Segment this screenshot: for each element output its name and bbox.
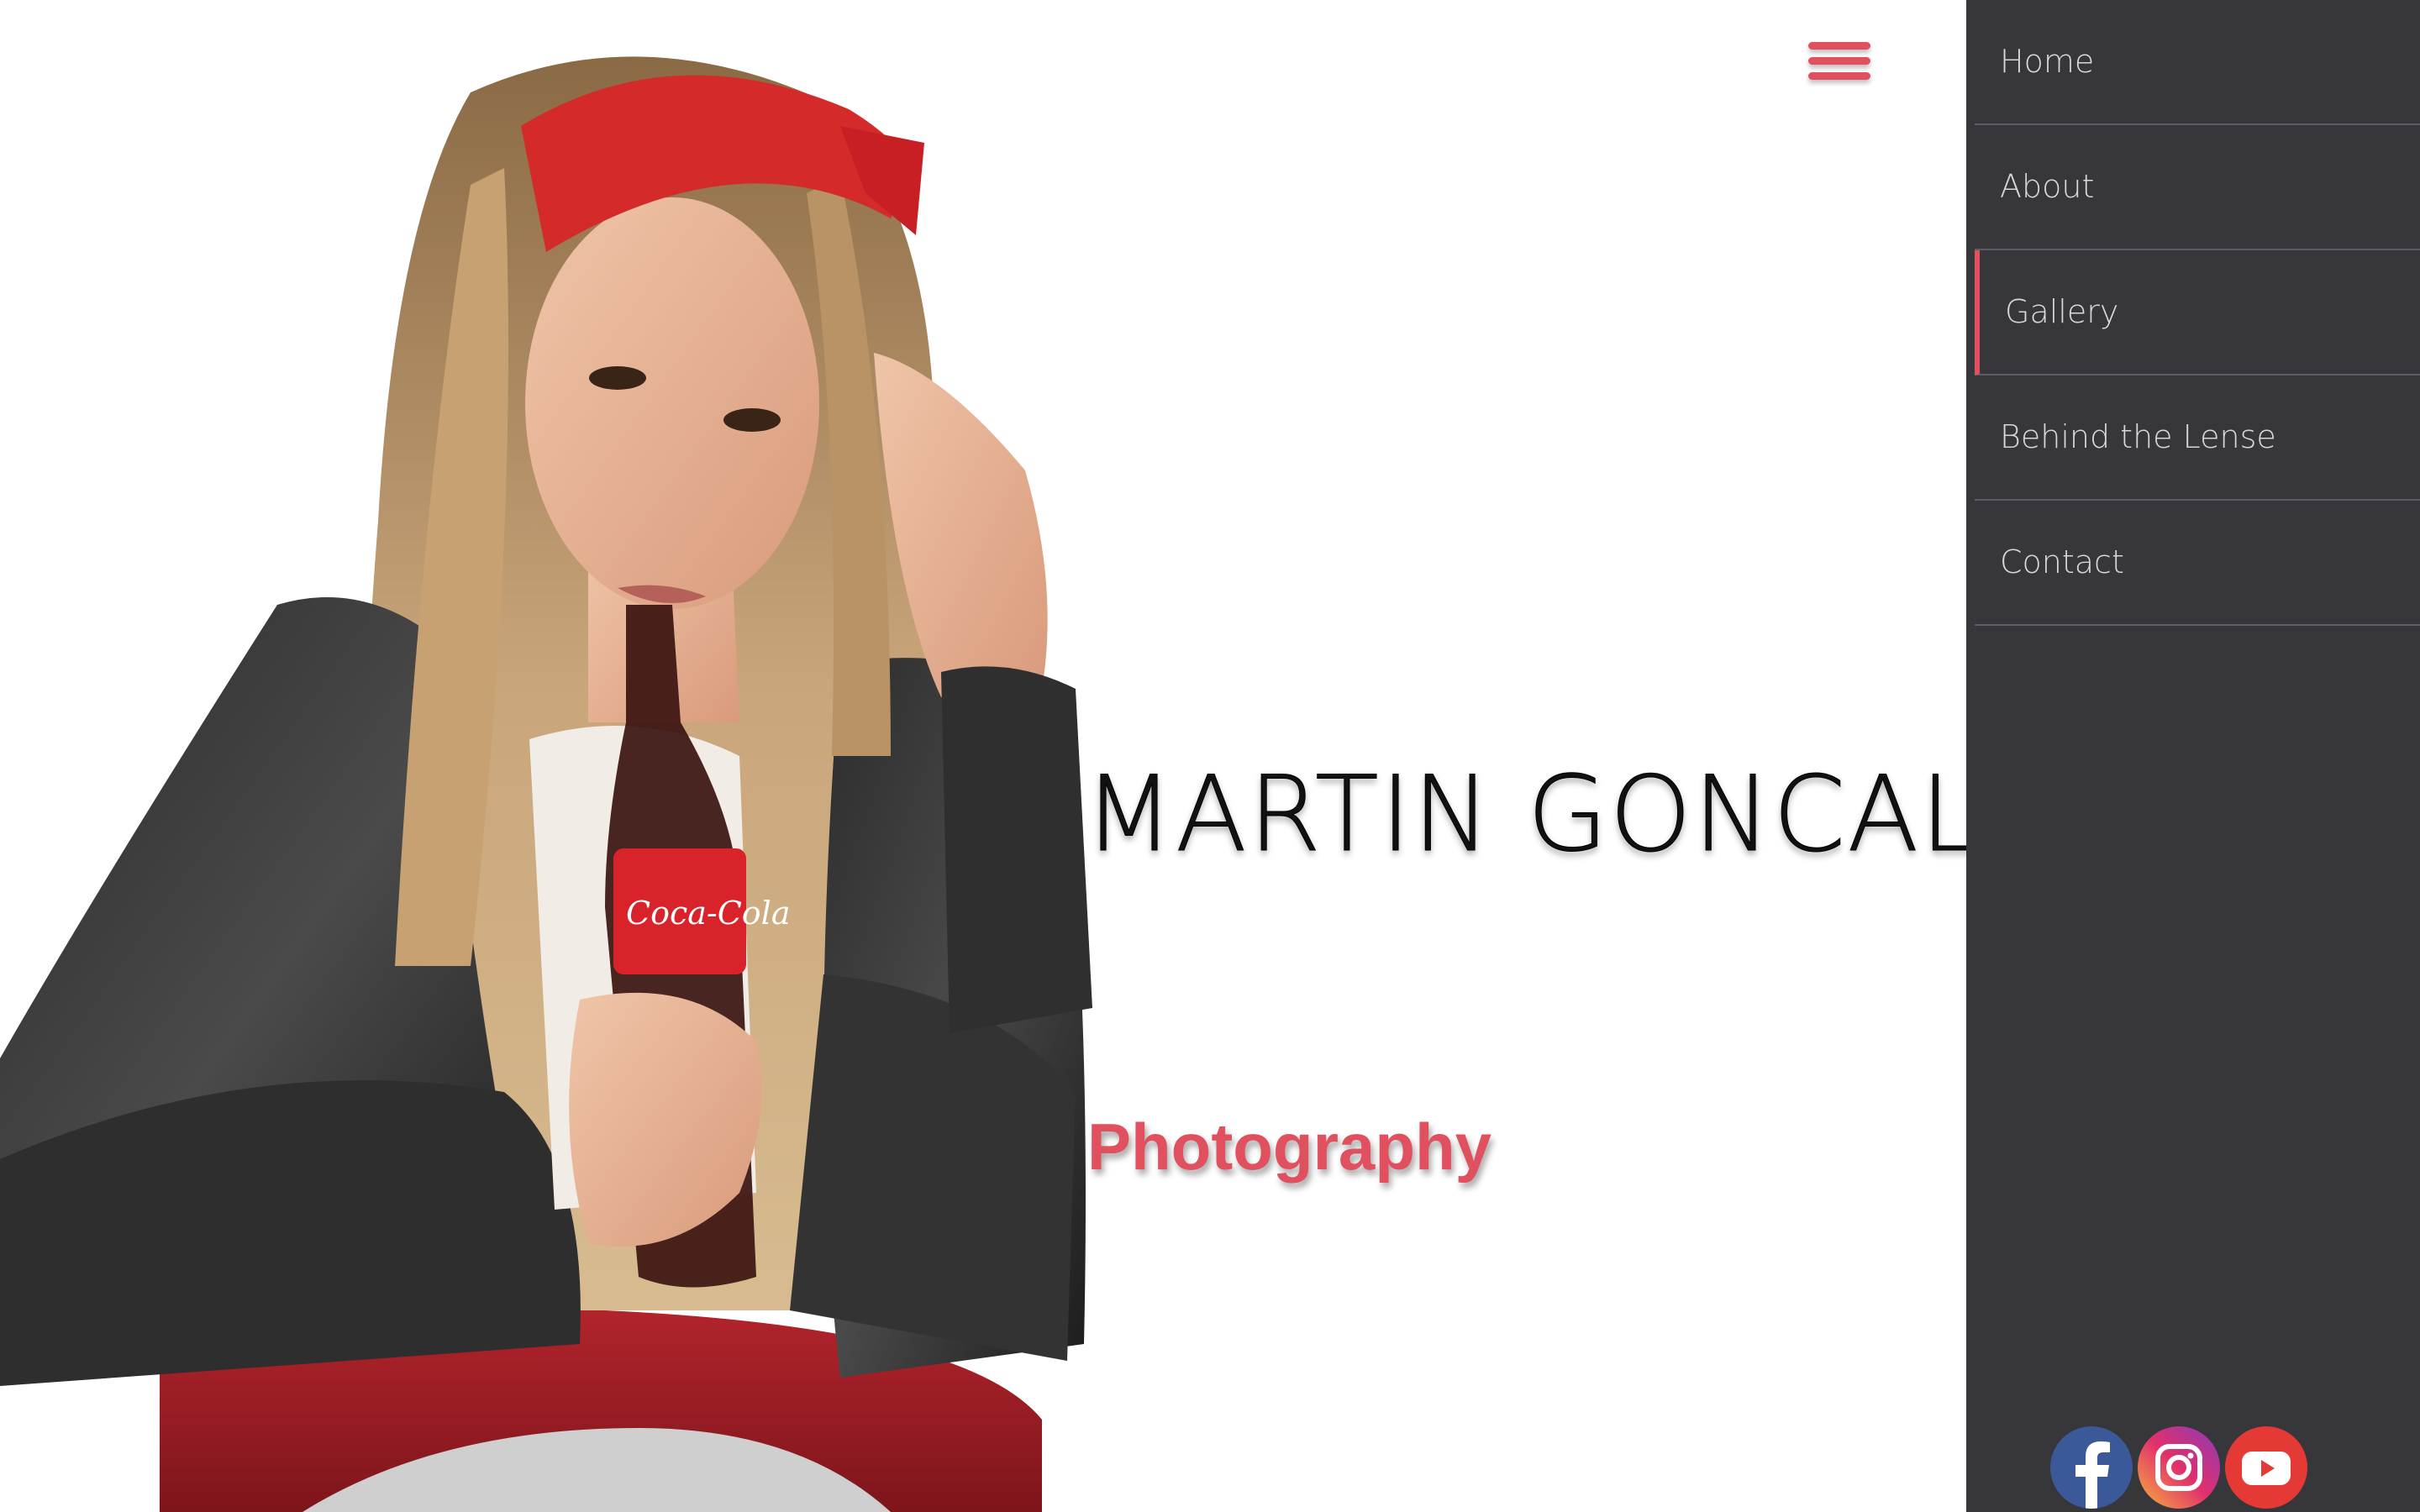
social-links <box>2050 1426 2319 1509</box>
hamburger-bar-icon <box>1808 57 1870 65</box>
youtube-icon[interactable] <box>2225 1426 2307 1509</box>
hamburger-bar-icon <box>1808 72 1870 80</box>
menu-item-gallery[interactable]: Gallery <box>1975 250 2420 375</box>
menu-item-contact[interactable]: Contact <box>1975 501 2420 626</box>
instagram-icon[interactable] <box>2138 1426 2220 1509</box>
menu-item-label: Home <box>2000 43 2095 80</box>
svg-text:Coca-Cola: Coca-Cola <box>626 895 791 932</box>
menu-item-label: Contact <box>2000 543 2124 580</box>
hero-title-wrap: MARTIN GONCAL <box>1084 748 1966 882</box>
menu-item-about[interactable]: About <box>1975 125 2420 250</box>
hero-photo: Coca-Cola <box>0 56 1092 1512</box>
site-title: MARTIN GONCAL <box>1084 754 1966 876</box>
facebook-icon[interactable] <box>2050 1426 2133 1509</box>
page: Coca-Cola MARTIN GONCAL Photography Home… <box>0 0 2420 1512</box>
side-menu: Home About Gallery Behind the Lense Cont… <box>1966 0 2420 1512</box>
menu-item-label: Behind the Lense <box>2000 418 2276 455</box>
menu-item-home[interactable]: Home <box>1975 0 2420 125</box>
site-subtitle: Photography <box>1087 1110 1491 1184</box>
menu-list: Home About Gallery Behind the Lense Cont… <box>1966 0 2420 626</box>
menu-item-label: Gallery <box>2005 293 2119 330</box>
menu-item-label: About <box>2000 168 2095 205</box>
hamburger-menu-button[interactable] <box>1803 37 1876 92</box>
menu-item-behind-the-lense[interactable]: Behind the Lense <box>1975 375 2420 501</box>
hamburger-bar-icon <box>1808 42 1870 50</box>
